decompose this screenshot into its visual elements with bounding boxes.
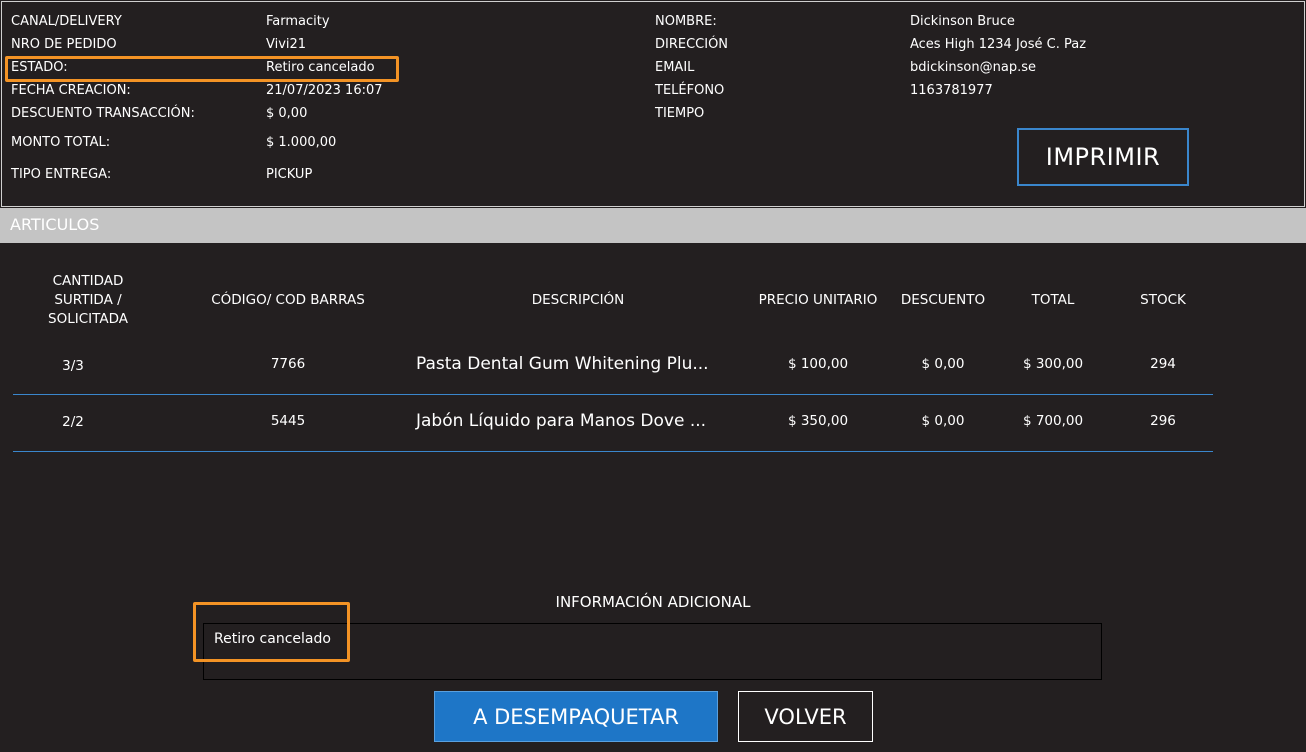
print-button[interactable]: IMPRIMIR (1017, 128, 1189, 186)
customer-name-value: Dickinson Bruce (910, 14, 1015, 29)
articles-section-title: ARTICULOS (10, 215, 100, 234)
row-total: $ 300,00 (1022, 356, 1084, 372)
status-highlight-box (5, 56, 399, 82)
unit-price-column-header: PRECIO UNITARIO (758, 292, 878, 308)
row-unit-price: $ 100,00 (787, 356, 849, 372)
time-label: TIEMPO (655, 106, 705, 121)
quantity-column-header: CANTIDAD SURTIDA / SOLICITADA (18, 272, 158, 329)
delivery-type-value: PICKUP (266, 167, 313, 182)
total-amount-value: $ 1.000,00 (266, 135, 337, 150)
row-discount: $ 0,00 (921, 413, 965, 429)
phone-label: TELÉFONO (655, 83, 725, 98)
created-date-value: 21/07/2023 16:07 (266, 83, 383, 98)
articles-section-bar: ARTICULOS (0, 208, 1306, 243)
row-quantity: 2/2 (62, 414, 84, 430)
code-column-header: CÓDIGO/ COD BARRAS (211, 292, 365, 308)
quantity-header-line-1: CANTIDAD (52, 273, 124, 289)
created-date-label: FECHA CREACION: (11, 83, 131, 98)
row-unit-price: $ 350,00 (787, 413, 849, 429)
total-amount-label: MONTO TOTAL: (11, 135, 111, 150)
order-number-value: Vivi21 (266, 37, 307, 52)
canal-label: CANAL/DELIVERY (11, 14, 122, 29)
order-number-label: NRO DE PEDIDO (11, 37, 117, 52)
phone-value: 1163781977 (910, 83, 993, 98)
email-value: bdickinson@nap.se (910, 60, 1036, 75)
row-stock: 294 (1150, 356, 1176, 372)
notes-highlight-box (193, 602, 350, 662)
description-column-header: DESCRIPCIÓN (531, 292, 625, 308)
row-code: 5445 (270, 413, 306, 429)
row-total: $ 700,00 (1022, 413, 1084, 429)
row-description: Jabón Líquido para Manos Dove ... (416, 411, 707, 431)
unpack-button[interactable]: A DESEMPAQUETAR (434, 691, 718, 742)
transaction-discount-value: $ 0,00 (266, 106, 308, 121)
stock-column-header: STOCK (1140, 292, 1186, 308)
discount-column-header: DESCUENTO (900, 292, 986, 308)
row-divider (13, 451, 1213, 452)
quantity-header-line-3: SOLICITADA (48, 311, 128, 327)
total-column-header: TOTAL (1031, 292, 1075, 308)
back-button[interactable]: VOLVER (738, 691, 873, 742)
row-divider (13, 394, 1213, 395)
row-stock: 296 (1150, 413, 1176, 429)
row-quantity: 3/3 (62, 358, 84, 374)
address-label: DIRECCIÓN (655, 37, 729, 52)
email-label: EMAIL (655, 60, 695, 75)
quantity-header-line-2: SURTIDA / (54, 292, 122, 308)
row-description: Pasta Dental Gum Whitening Plu... (416, 354, 709, 374)
row-code: 7766 (270, 356, 306, 372)
customer-name-label: NOMBRE: (655, 14, 717, 29)
transaction-discount-label: DESCUENTO TRANSACCIÓN: (11, 106, 195, 121)
row-discount: $ 0,00 (921, 356, 965, 372)
delivery-type-label: TIPO ENTREGA: (11, 167, 112, 182)
address-value: Aces High 1234 José C. Paz (910, 37, 1087, 52)
canal-value: Farmacity (266, 14, 330, 29)
